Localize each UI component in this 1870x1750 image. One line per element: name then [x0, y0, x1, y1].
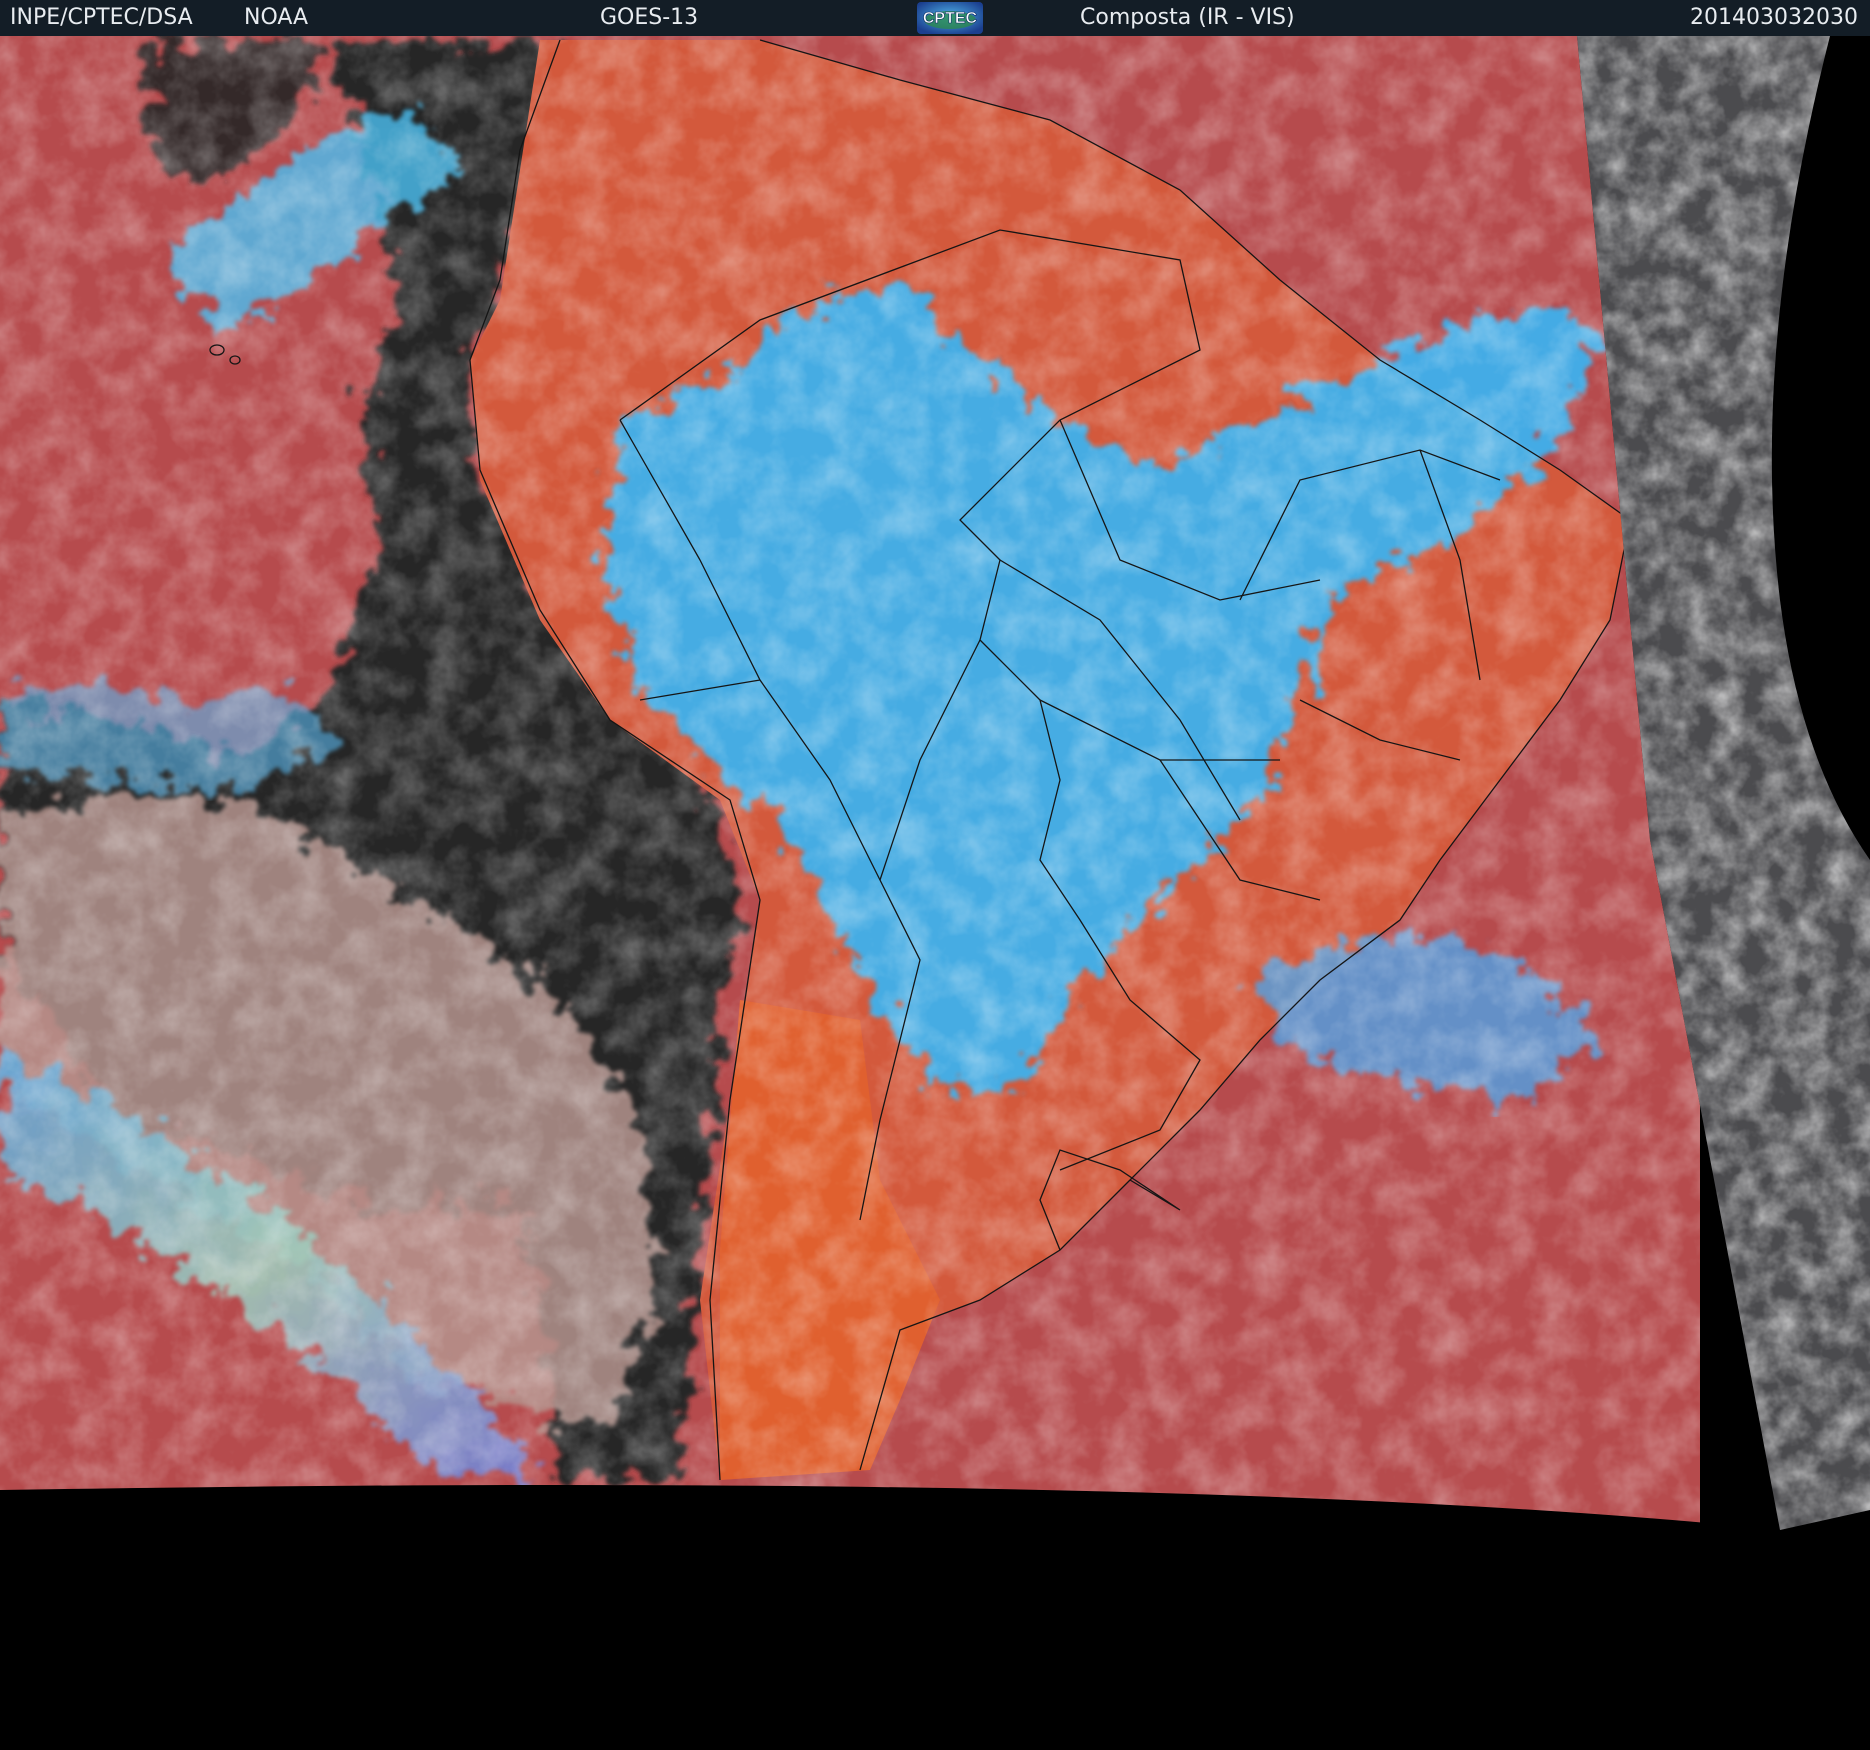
satellite-label: GOES-13 — [600, 5, 699, 30]
agency-label: INPE/CPTEC/DSA — [10, 5, 193, 30]
cptec-logo: CPTEC — [917, 2, 983, 34]
header-bar: INPE/CPTEC/DSA NOAA GOES-13 CPTEC Compos… — [0, 0, 1870, 36]
logo-text: CPTEC — [923, 10, 978, 27]
product-label: Composta (IR - VIS) — [1080, 5, 1295, 30]
timestamp-label: 201403032030 — [1690, 5, 1858, 30]
partner-label: NOAA — [244, 5, 309, 30]
composite-swath — [0, 36, 1700, 1530]
satellite-image — [0, 36, 1870, 1750]
